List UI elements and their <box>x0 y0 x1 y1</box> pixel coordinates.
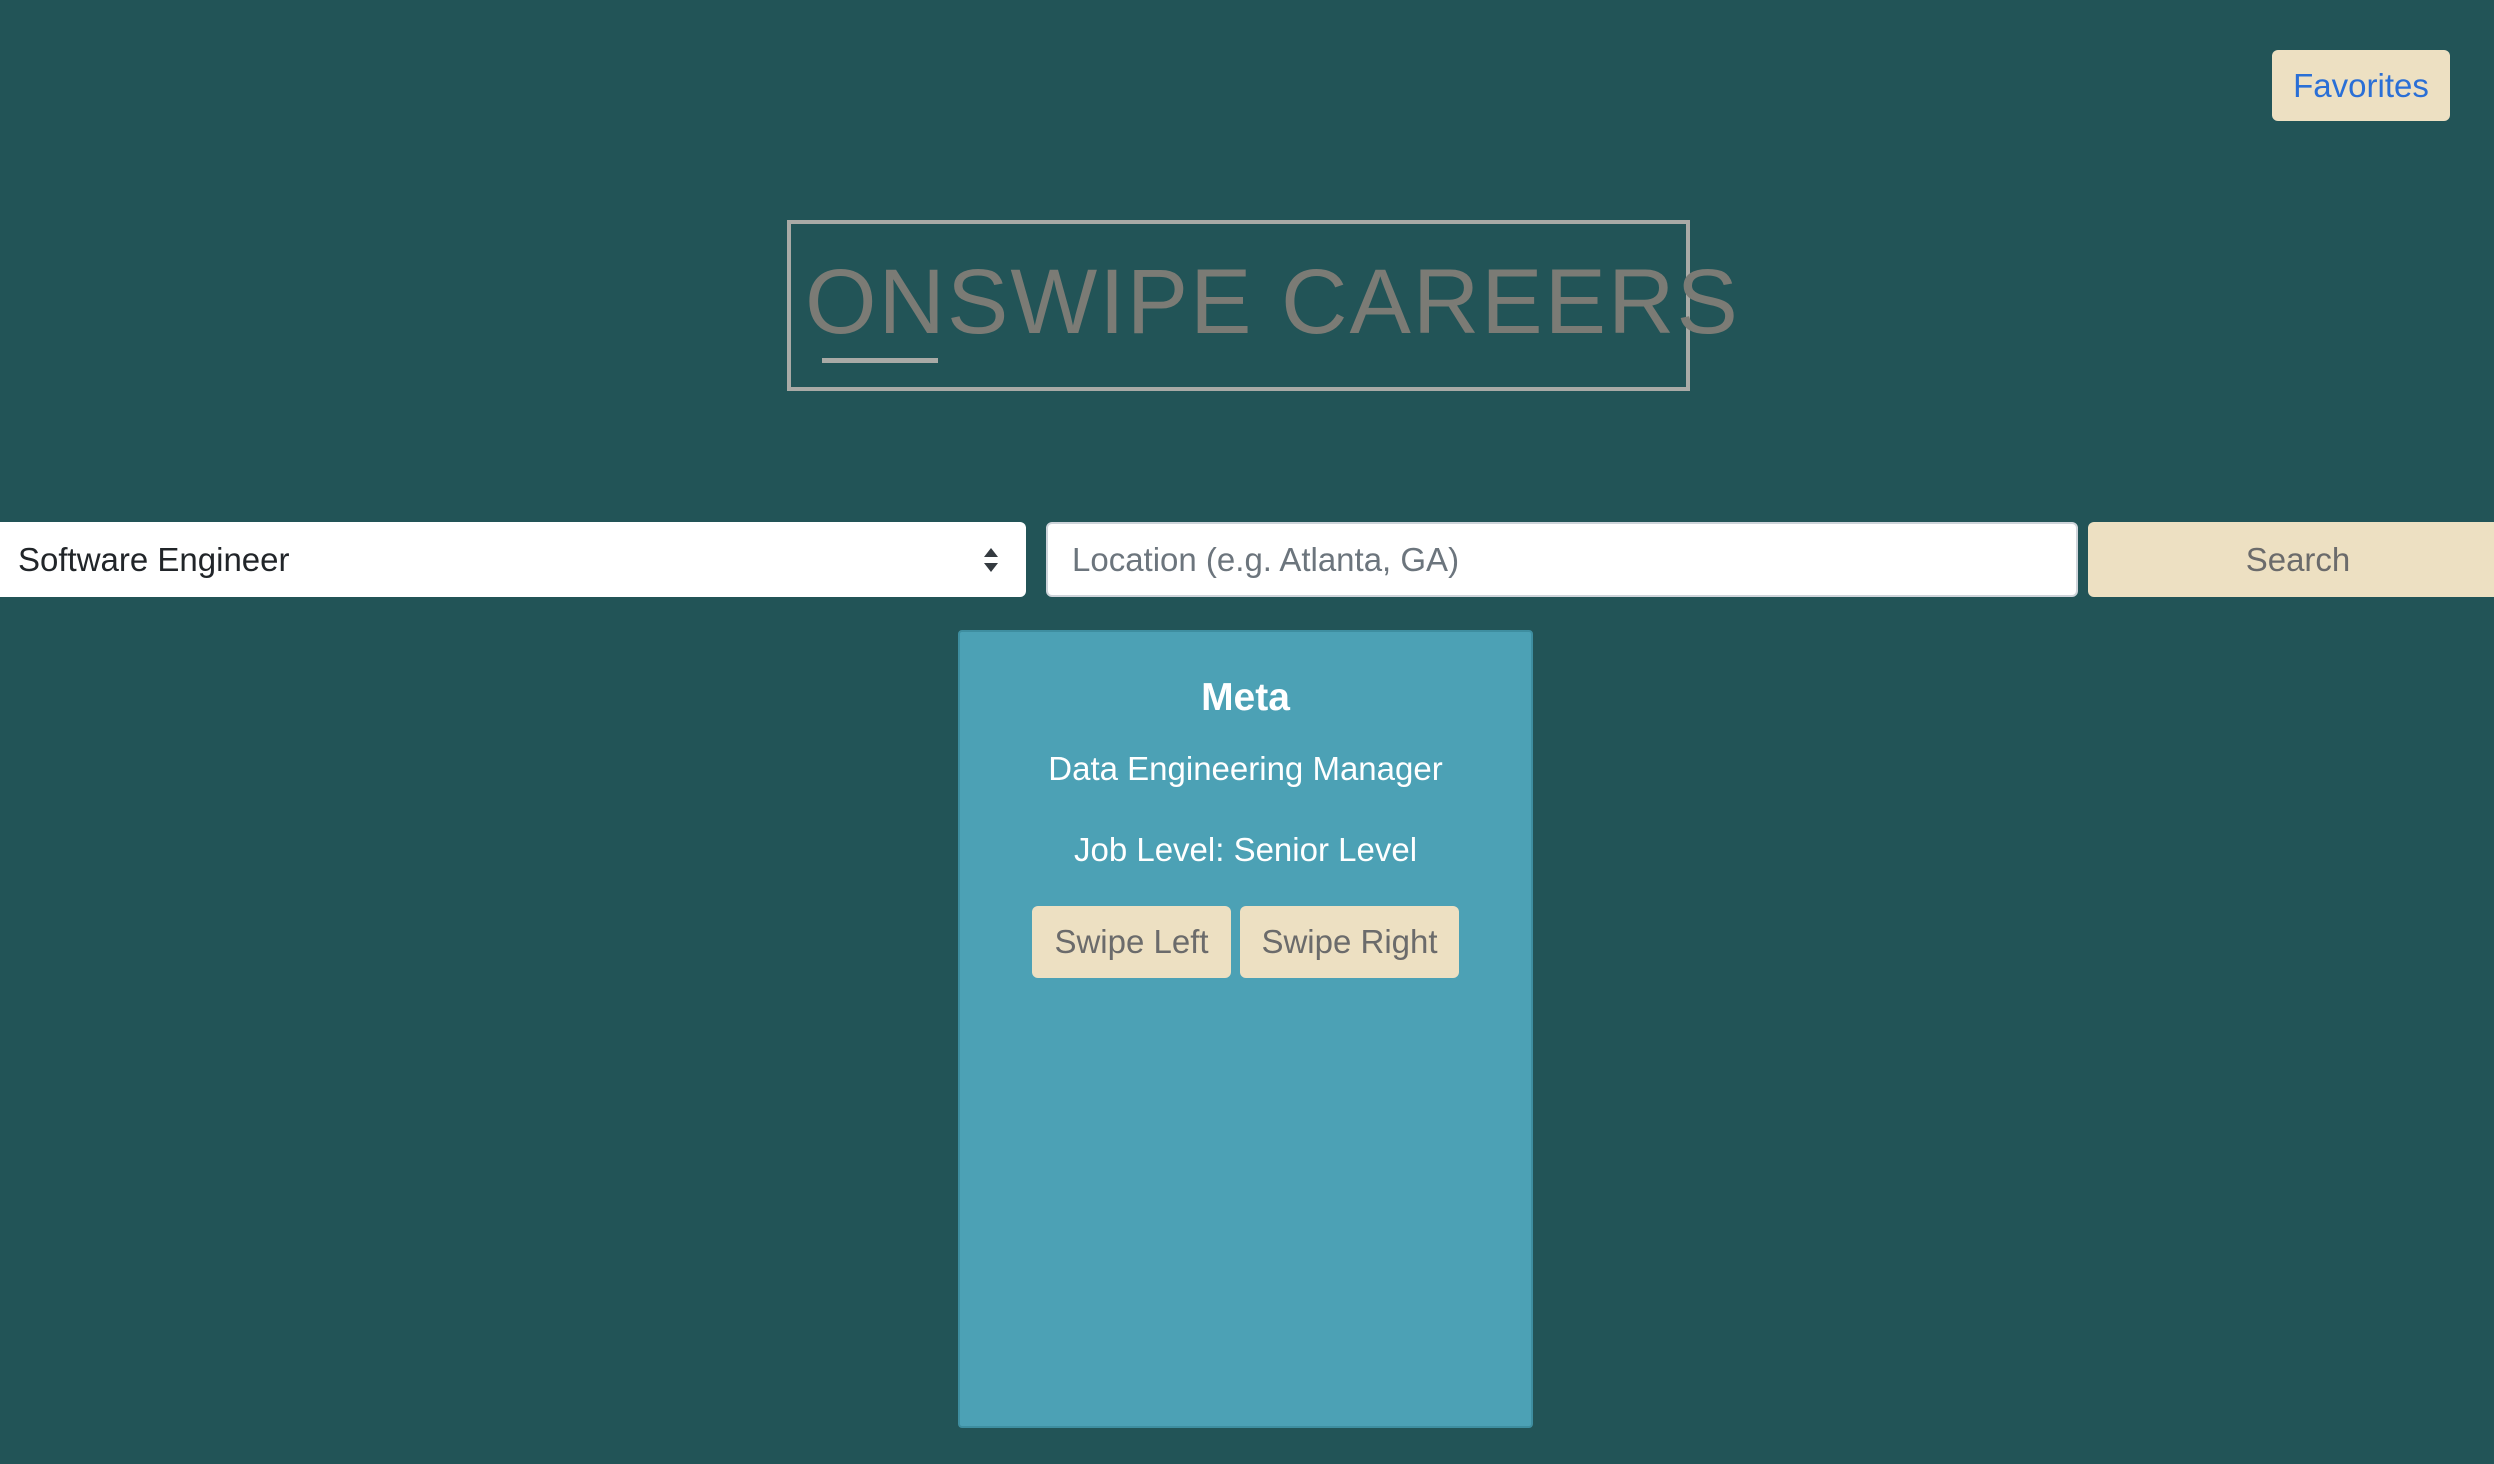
select-arrows-icon <box>984 548 998 572</box>
location-input[interactable] <box>1046 522 2078 597</box>
job-title: Data Engineering Manager <box>1048 750 1443 787</box>
job-level: Job Level: Senior Level <box>1073 831 1418 868</box>
swipe-left-button[interactable]: Swipe Left <box>1032 906 1231 978</box>
logo-underline <box>822 358 938 363</box>
app-page: Favorites ONSWIPE CAREERS Software Engin… <box>0 0 2494 1464</box>
job-card: Meta Data Engineering Manager Job Level:… <box>958 630 1533 1428</box>
job-title-select[interactable]: Software Engineer <box>0 522 1026 597</box>
logo-text: ONSWIPE CAREERS <box>805 251 1740 353</box>
job-select-value: Software Engineer <box>18 540 290 578</box>
logo: ONSWIPE CAREERS <box>787 220 1738 391</box>
search-button[interactable]: Search <box>2088 522 2494 597</box>
favorites-button[interactable]: Favorites <box>2272 50 2450 121</box>
company-name: Meta <box>1201 676 1290 719</box>
swipe-right-button[interactable]: Swipe Right <box>1240 906 1459 978</box>
